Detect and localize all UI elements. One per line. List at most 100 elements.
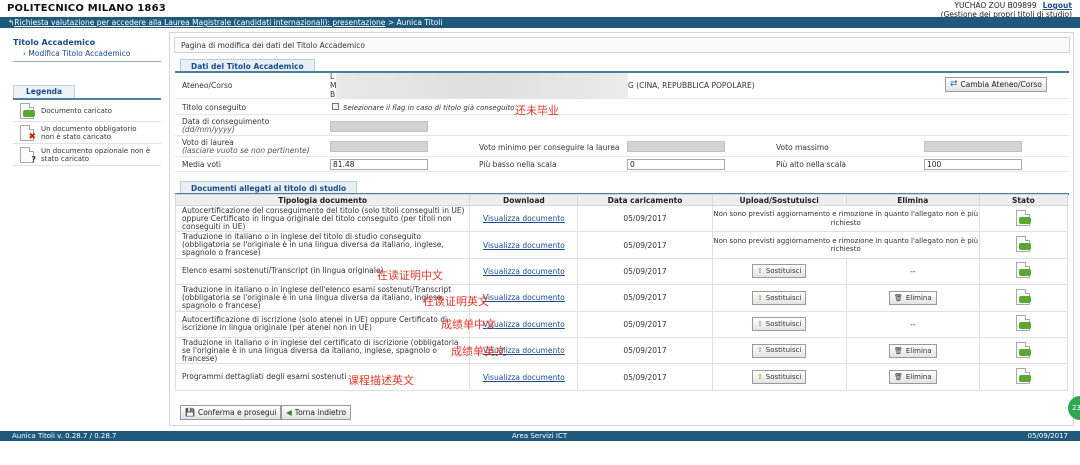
delete-label: Elimina bbox=[905, 346, 932, 355]
col-upload: Upload/Sostutuisci bbox=[711, 194, 847, 206]
legend-item-label: Un documento obbligatorio non è stato ca… bbox=[41, 124, 137, 141]
delete-button[interactable]: 🗑 Elimina bbox=[888, 370, 937, 385]
change-ateneo-button[interactable]: ⇄ Cambia Ateneo/Corso bbox=[945, 77, 1047, 92]
piu-basso-label: Più basso nella scala bbox=[479, 160, 557, 169]
annotation-not-graduated: 还未毕业 bbox=[515, 104, 559, 117]
replace-icon: ⇧ bbox=[756, 320, 763, 328]
piu-alto-label: Più alto nella scala bbox=[776, 160, 846, 169]
table-row: Elenco esami sostenuti/Transcript (in li… bbox=[174, 257, 1069, 286]
trash-icon: 🗑 bbox=[893, 346, 903, 355]
media-row: Media voti 81.48 Più basso nella scala 0… bbox=[175, 158, 1069, 172]
annotation-transcript-en: 成绩单英文 bbox=[451, 345, 506, 358]
footer-bar: Aunica Titoli v. 0.28.7 / 0.28.7 Area Se… bbox=[0, 431, 1080, 441]
replace-button[interactable]: ⇧ Sostituisci bbox=[751, 290, 807, 305]
piu-basso-input[interactable]: 0 bbox=[627, 159, 725, 170]
redacted-area bbox=[336, 73, 628, 98]
voto-min-input[interactable] bbox=[627, 141, 725, 152]
replace-button[interactable]: ⇧ Sostituisci bbox=[751, 343, 807, 358]
table-header-row: Tipologia documento Download Data carica… bbox=[174, 194, 1069, 206]
annotation-enrollment-cn: 在读证明中文 bbox=[377, 269, 443, 282]
delete-button[interactable]: 🗑 Elimina bbox=[888, 290, 937, 305]
replace-button[interactable]: ⇧ Sostituisci bbox=[751, 370, 807, 385]
voto-max-input[interactable] bbox=[924, 141, 1022, 152]
back-icon: ◀ bbox=[286, 408, 292, 417]
back-label: Torna indietro bbox=[294, 408, 347, 417]
data-row: Data di conseguimento (dd/mm/yyyy) bbox=[175, 116, 1069, 136]
replace-icon: ⇧ bbox=[756, 372, 763, 381]
document-uploaded-icon bbox=[1016, 209, 1032, 226]
confirm-button[interactable]: 💾 Conferma e prosegui bbox=[180, 405, 282, 420]
table-row: Autocertificazione del conseguimento del… bbox=[174, 204, 1069, 233]
col-tipologia: Tipologia documento bbox=[174, 194, 471, 206]
legend-item-label: Un documento opzionale non è stato caric… bbox=[41, 146, 151, 163]
data-hint: (dd/mm/yyyy) bbox=[182, 125, 235, 134]
replace-button[interactable]: ⇧ Sostituisci bbox=[751, 264, 807, 279]
document-uploaded-icon bbox=[1016, 368, 1032, 385]
titolo-row: Titolo conseguito Selezionare il flag in… bbox=[175, 100, 1069, 115]
doc-type: Programmi dettagliati degli esami sosten… bbox=[174, 363, 471, 391]
legend-item-label: Documento caricato bbox=[41, 106, 112, 115]
footer-area: Area Servizi ICT bbox=[512, 432, 568, 440]
sidebar-item-modifica[interactable]: › Modifica Titolo Accademico bbox=[23, 49, 161, 58]
media-input[interactable]: 81.48 bbox=[330, 159, 428, 170]
download-link[interactable]: Visualizza documento bbox=[483, 373, 565, 382]
replace-label: Sostituisci bbox=[765, 372, 802, 381]
sidebar-title[interactable]: Titolo Accademico bbox=[13, 38, 161, 47]
document-uploaded-icon bbox=[1016, 341, 1032, 358]
trash-icon: 🗑 bbox=[893, 293, 903, 302]
replace-label: Sostituisci bbox=[765, 267, 802, 276]
brand-logo: POLITECNICO MILANO 1863 bbox=[7, 3, 166, 14]
no-update-note: Non sono previsti aggiornamento e rimozi… bbox=[711, 204, 980, 233]
voto-hint: (lasciare vuoto se non pertinente) bbox=[182, 146, 310, 155]
breadcrumb-link[interactable]: Richiesta valutazione per accedere alla … bbox=[14, 18, 385, 27]
replace-label: Sostituisci bbox=[765, 293, 802, 302]
table-row: Traduzione in italiano o in inglese del … bbox=[174, 231, 1069, 259]
voto-input[interactable] bbox=[330, 141, 428, 152]
sidebar: Titolo Accademico › Modifica Titolo Acca… bbox=[13, 38, 161, 62]
download-link[interactable]: Visualizza documento bbox=[483, 293, 565, 302]
sidebar-item-label: Modifica Titolo Accademico bbox=[28, 49, 131, 58]
download-link[interactable]: Visualizza documento bbox=[483, 241, 565, 250]
download-link[interactable]: Visualizza documento bbox=[483, 214, 565, 223]
doc-type: Autocertificazione del conseguimento del… bbox=[174, 204, 471, 233]
piu-alto-input[interactable]: 100 bbox=[924, 159, 1022, 170]
no-update-note: Non sono previsti aggiornamento e rimozi… bbox=[711, 231, 980, 259]
ateneo-value-line3: B bbox=[330, 90, 336, 99]
replace-icon: ⇧ bbox=[756, 267, 763, 276]
col-elimina: Elimina bbox=[845, 194, 980, 206]
legend-item: Documento caricato bbox=[13, 100, 161, 122]
download-link[interactable]: Visualizza documento bbox=[483, 267, 565, 276]
back-button[interactable]: ◀ Torna indietro bbox=[281, 405, 352, 420]
no-delete: -- bbox=[845, 310, 980, 338]
col-data: Data caricamento bbox=[577, 194, 713, 206]
legend-title: Legenda bbox=[13, 85, 76, 98]
ateneo-row: Ateneo/Corso L M B G (CINA, REPUBBLICA P… bbox=[175, 73, 1069, 99]
document-uploaded-icon bbox=[20, 102, 35, 119]
document-uploaded-icon bbox=[1016, 315, 1032, 332]
ateneo-label: Ateneo/Corso bbox=[182, 81, 233, 90]
main-panel: Pagina di modifica dei dati del Titolo A… bbox=[169, 32, 1074, 426]
annotation-enrollment-en: 在读证明英文 bbox=[423, 295, 489, 308]
replace-icon: ⇧ bbox=[756, 346, 763, 355]
annotation-course-desc-en: 课程描述英文 bbox=[348, 374, 414, 387]
doc-type: Traduzione in italiano o in inglese del … bbox=[174, 336, 471, 365]
legend-item: ✖ Un documento obbligatorio non è stato … bbox=[13, 122, 161, 144]
replace-button[interactable]: ⇧ Sostituisci bbox=[751, 317, 807, 332]
trash-icon: 🗑 bbox=[893, 373, 903, 382]
sidebar-divider bbox=[13, 61, 161, 62]
replace-icon: ⇧ bbox=[756, 293, 763, 302]
delete-button[interactable]: 🗑 Elimina bbox=[888, 343, 937, 358]
doc-type: Autocertificazione di iscrizione (solo a… bbox=[174, 310, 471, 338]
table-row: Autocertificazione di iscrizione (solo a… bbox=[174, 310, 1069, 338]
titolo-flag-label: Selezionare il flag in caso di titolo gi… bbox=[343, 104, 515, 112]
no-delete: -- bbox=[845, 257, 980, 286]
top-bar: POLITECNICO MILANO 1863 YUCHAO ZOU B0989… bbox=[0, 0, 1080, 19]
data-input[interactable] bbox=[330, 121, 428, 132]
legend-list: Documento caricato ✖ Un documento obblig… bbox=[13, 98, 161, 166]
delete-label: Elimina bbox=[905, 293, 932, 302]
annotation-transcript-cn: 成绩单中文 bbox=[441, 318, 496, 331]
refresh-icon: ⇄ bbox=[950, 79, 958, 89]
logout-link[interactable]: Logout bbox=[1043, 1, 1072, 10]
titolo-flag-checkbox[interactable] bbox=[332, 103, 339, 110]
col-stato: Stato bbox=[978, 194, 1069, 206]
